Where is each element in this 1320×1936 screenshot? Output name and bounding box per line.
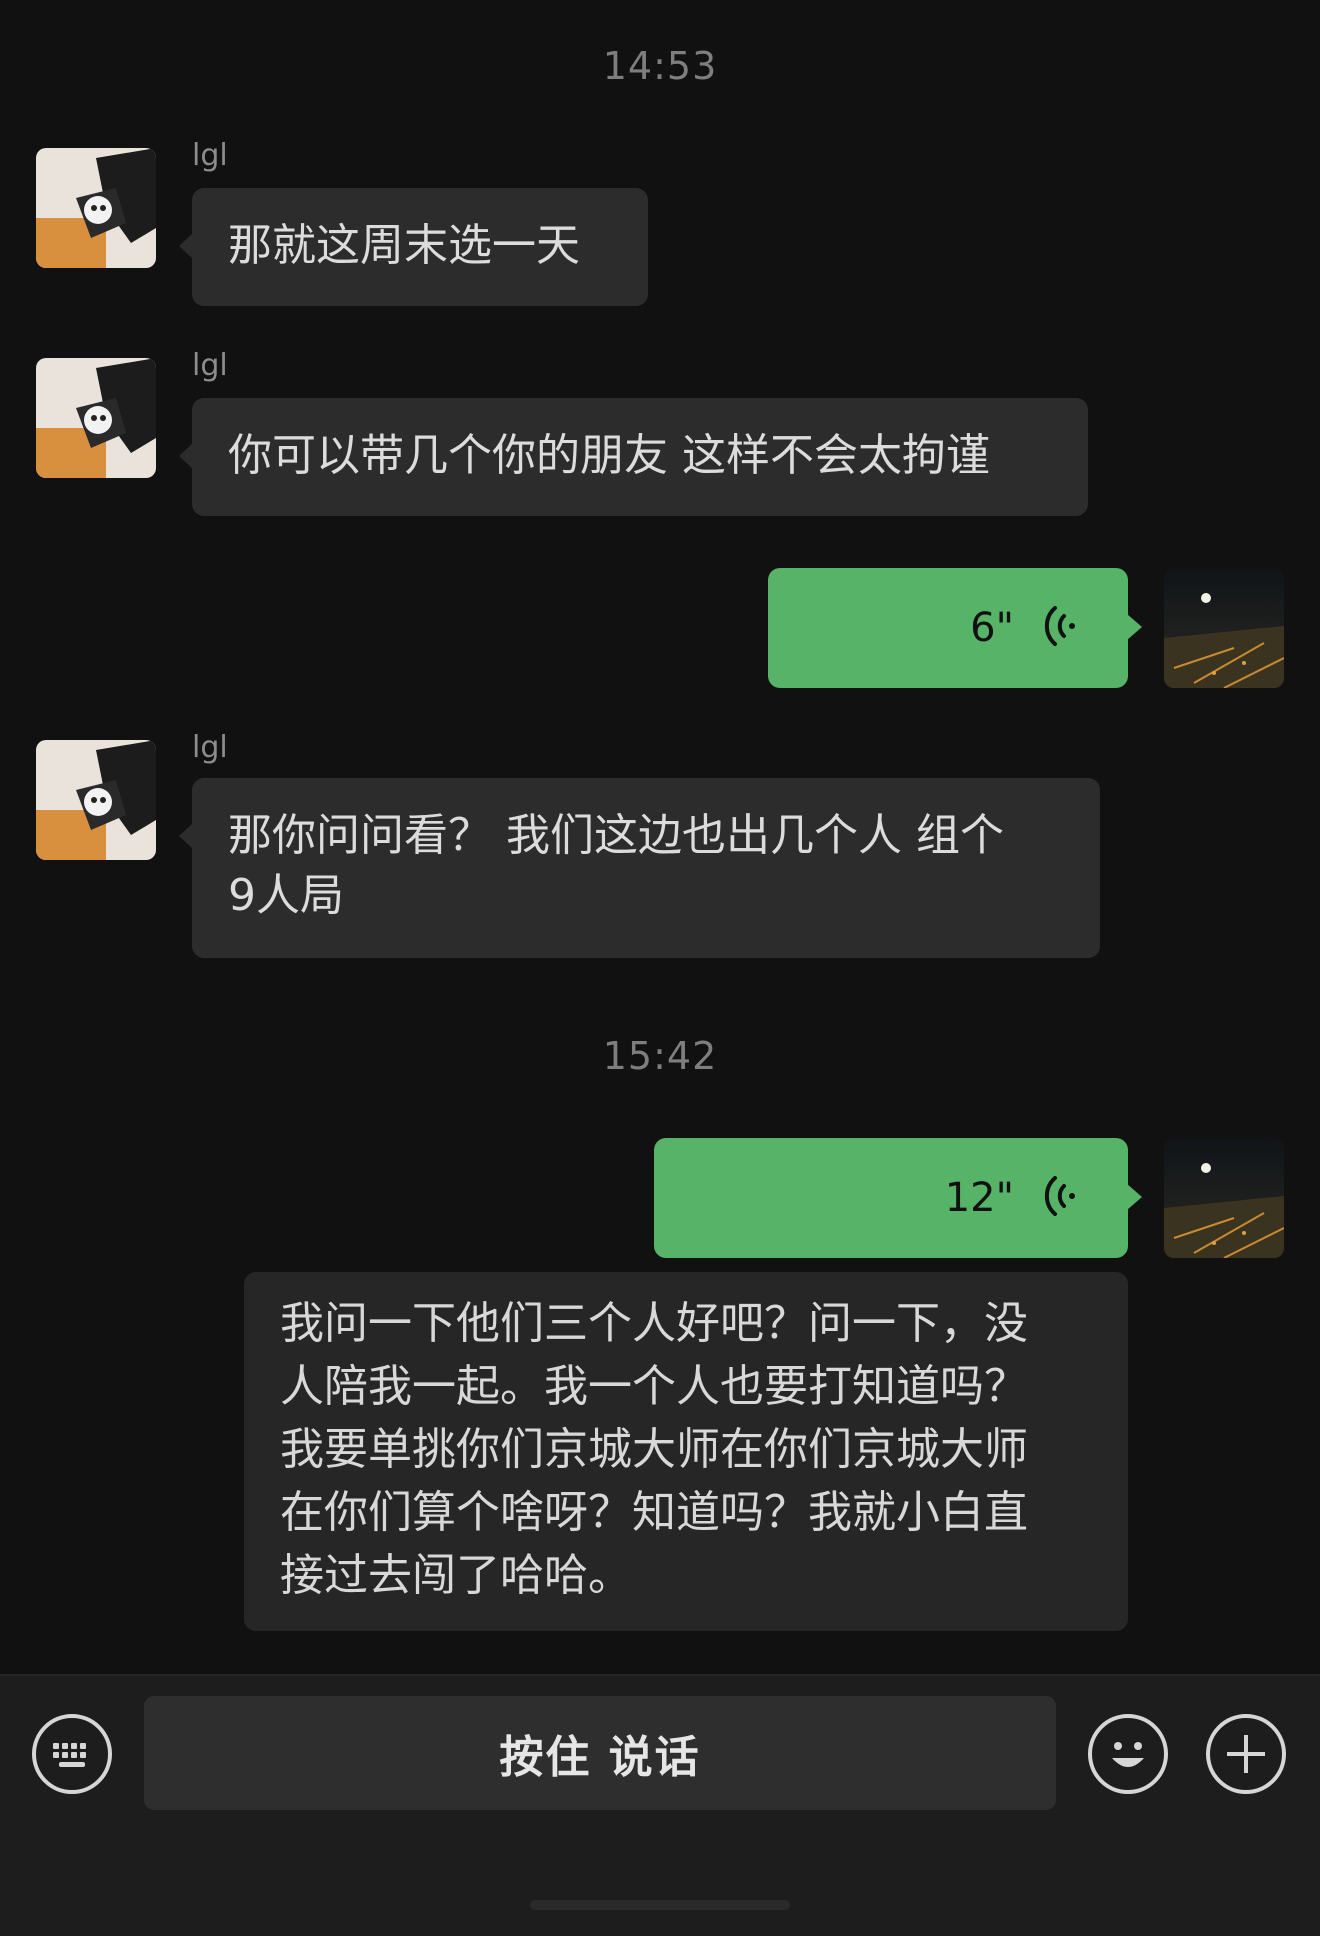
sender-name: lgl xyxy=(192,730,228,765)
more-button[interactable] xyxy=(1206,1714,1286,1794)
voice-message-bubble[interactable]: 6" xyxy=(768,568,1142,688)
my-avatar[interactable] xyxy=(1164,1138,1284,1258)
message-bubble-incoming[interactable]: 那你问问看？ 我们这边也出几个人 组个 9人局 xyxy=(179,778,1100,958)
voice-message-bubble[interactable]: 12" xyxy=(654,1138,1142,1258)
contact-avatar[interactable] xyxy=(36,740,156,860)
contact-avatar[interactable] xyxy=(36,358,156,478)
divider xyxy=(0,1674,1320,1676)
message-text-line: 那你问问看？ 我们这边也出几个人 组个 xyxy=(228,810,1004,861)
my-avatar[interactable] xyxy=(1164,568,1284,688)
timestamp: 15:42 xyxy=(602,1034,718,1078)
message-text: 那就这周末选一天 xyxy=(228,220,580,271)
voice-wave-icon xyxy=(1042,1174,1078,1222)
keyboard-button[interactable] xyxy=(32,1714,112,1794)
voice-duration: 6" xyxy=(970,605,1014,651)
message-text: 你可以带几个你的朋友 这样不会太拘谨 xyxy=(228,430,990,481)
voice-duration: 12" xyxy=(944,1175,1014,1221)
transcript-line: 接过去闯了哈哈。 xyxy=(280,1550,632,1601)
message-text-line: 9人局 xyxy=(228,870,344,921)
transcript-line: 我问一下他们三个人好吧？问一下，没 xyxy=(280,1298,1028,1349)
voice-transcript[interactable]: 我问一下他们三个人好吧？问一下，没 人陪我一起。我一个人也要打知道吗？ 我要单挑… xyxy=(244,1272,1128,1631)
home-indicator xyxy=(530,1900,790,1910)
hold-to-talk-button[interactable]: 按住 说话 xyxy=(144,1696,1056,1810)
sender-name: lgl xyxy=(192,348,228,383)
timestamp: 14:53 xyxy=(602,44,718,88)
emoji-button[interactable] xyxy=(1088,1714,1168,1794)
message-bubble-incoming[interactable]: 那就这周末选一天 xyxy=(179,188,648,306)
transcript-line: 在你们算个啥呀？知道吗？我就小白直 xyxy=(280,1487,1028,1538)
contact-avatar[interactable] xyxy=(36,148,156,268)
transcript-line: 我要单挑你们京城大师在你们京城大师 xyxy=(280,1424,1028,1475)
transcript-line: 人陪我一起。我一个人也要打知道吗？ xyxy=(280,1361,1028,1412)
sender-name: lgl xyxy=(192,138,228,173)
voice-wave-icon xyxy=(1042,604,1078,652)
message-bubble-incoming[interactable]: 你可以带几个你的朋友 这样不会太拘谨 xyxy=(179,398,1088,516)
